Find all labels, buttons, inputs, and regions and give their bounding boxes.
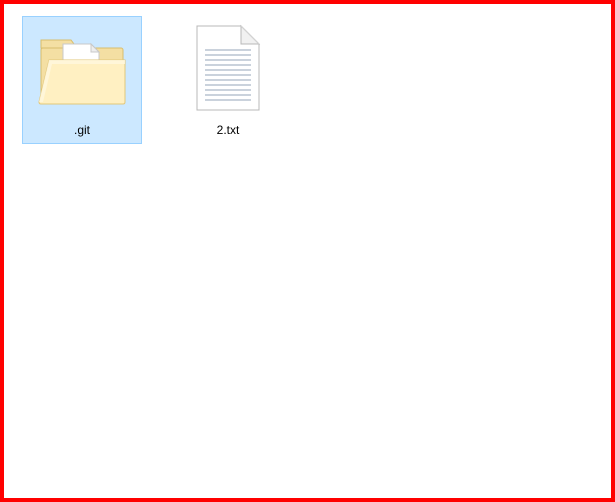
folder-icon <box>34 21 130 117</box>
file-item-git-folder[interactable]: .git <box>22 16 142 144</box>
file-item-text[interactable]: 2.txt <box>168 16 288 144</box>
text-file-icon <box>180 21 276 117</box>
file-grid: .git <box>4 4 611 156</box>
explorer-pane: .git <box>0 0 615 502</box>
file-label: 2.txt <box>217 123 240 137</box>
file-label: .git <box>74 123 90 137</box>
